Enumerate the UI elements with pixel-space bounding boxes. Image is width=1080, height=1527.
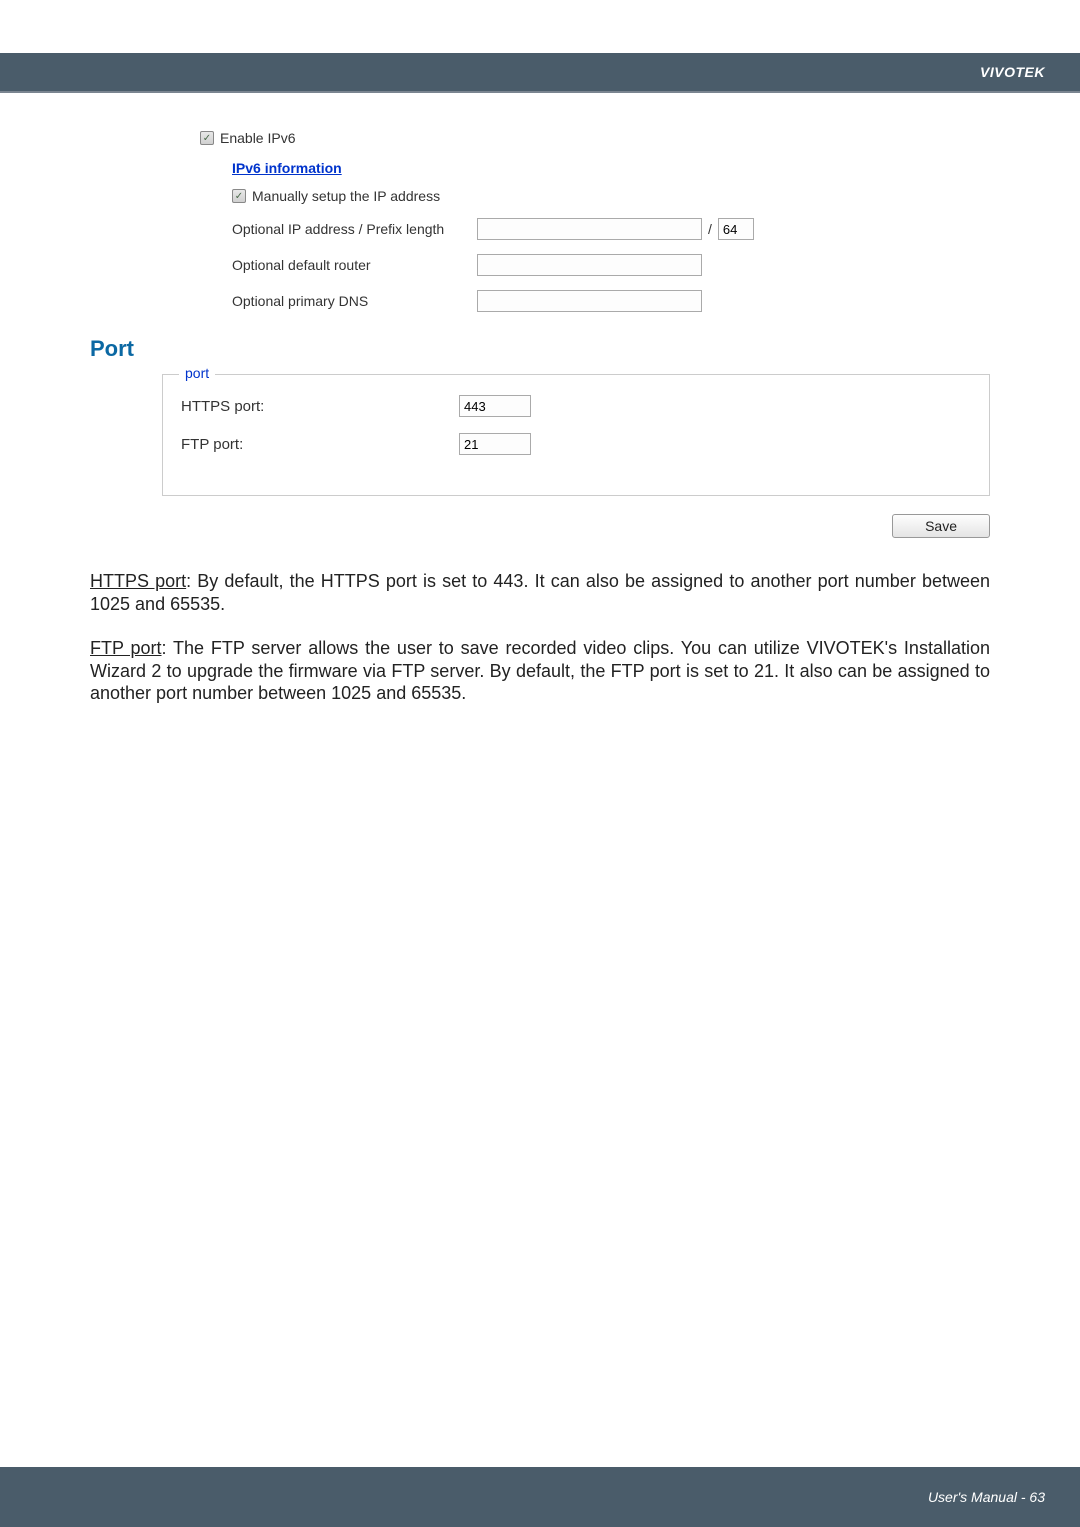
optional-dns-label: Optional primary DNS	[232, 293, 477, 309]
manual-setup-label: Manually setup the IP address	[252, 188, 440, 204]
header-underline	[0, 91, 1080, 93]
ftp-port-label: FTP port:	[181, 436, 459, 453]
manual-setup-row: ✓ Manually setup the IP address	[232, 188, 990, 204]
https-port-desc: : By default, the HTTPS port is set to 4…	[90, 571, 990, 614]
optional-ip-input[interactable]	[477, 218, 702, 240]
enable-ipv6-checkbox[interactable]: ✓	[200, 131, 214, 145]
save-button-wrap: Save	[90, 514, 990, 538]
manual-setup-checkbox[interactable]: ✓	[232, 189, 246, 203]
prefix-input[interactable]	[718, 218, 754, 240]
https-port-label: HTTPS port:	[181, 398, 459, 415]
port-legend: port	[179, 365, 215, 381]
brand-text: VIVOTEK	[980, 64, 1045, 80]
ipv6-information-link[interactable]: IPv6 information	[232, 160, 342, 176]
enable-ipv6-label: Enable IPv6	[220, 130, 296, 146]
ftp-port-term: FTP port	[90, 638, 162, 658]
port-heading: Port	[90, 336, 990, 362]
enable-ipv6-row: ✓ Enable IPv6	[200, 130, 990, 146]
ipv6-indent-rows: ✓ Manually setup the IP address Optional…	[232, 188, 990, 312]
optional-ip-label: Optional IP address / Prefix length	[232, 221, 477, 237]
optional-router-label: Optional default router	[232, 257, 477, 273]
page: VIVOTEK ✓ Enable IPv6 IPv6 information ✓…	[0, 0, 1080, 1527]
content-area: ✓ Enable IPv6 IPv6 information ✓ Manuall…	[90, 120, 990, 727]
body-text: HTTPS port: By default, the HTTPS port i…	[90, 570, 990, 705]
optional-ip-row: Optional IP address / Prefix length /	[232, 218, 990, 240]
prefix-slash: /	[708, 221, 712, 237]
optional-dns-row: Optional primary DNS	[232, 290, 990, 312]
https-port-input[interactable]	[459, 395, 531, 417]
ftp-port-input[interactable]	[459, 433, 531, 455]
optional-dns-input[interactable]	[477, 290, 702, 312]
footer-text: User's Manual - 63	[928, 1489, 1045, 1505]
ipv6-section: ✓ Enable IPv6 IPv6 information ✓ Manuall…	[200, 130, 990, 312]
https-port-row: HTTPS port:	[181, 395, 971, 417]
save-button[interactable]: Save	[892, 514, 990, 538]
header-band: VIVOTEK	[0, 53, 1080, 91]
optional-router-row: Optional default router	[232, 254, 990, 276]
optional-router-input[interactable]	[477, 254, 702, 276]
port-fieldset: port HTTPS port: FTP port:	[162, 374, 990, 496]
ftp-paragraph: FTP port: The FTP server allows the user…	[90, 637, 990, 705]
ftp-port-desc: : The FTP server allows the user to save…	[90, 638, 990, 703]
ftp-port-row: FTP port:	[181, 433, 971, 455]
footer-band: User's Manual - 63	[0, 1467, 1080, 1527]
https-paragraph: HTTPS port: By default, the HTTPS port i…	[90, 570, 990, 615]
https-port-term: HTTPS port	[90, 571, 186, 591]
